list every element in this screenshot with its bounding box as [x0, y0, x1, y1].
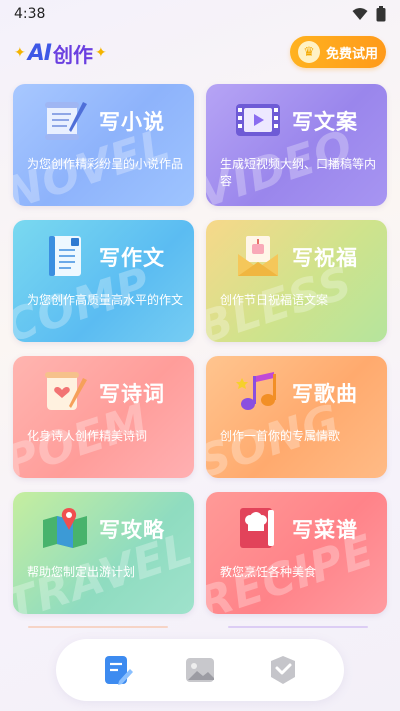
- card-desc: 生成短视频大纲、口播稿等内容: [220, 157, 377, 188]
- nav-image[interactable]: [180, 650, 220, 690]
- map-pin-icon: [43, 508, 87, 548]
- card-title: 写祝福: [292, 246, 358, 270]
- sparkle-icon: ✦: [14, 45, 26, 61]
- sparkle-icon: ✦: [94, 45, 107, 61]
- card-travel[interactable]: TRAVEL 写攻略 帮助您制定出游计划: [13, 492, 194, 614]
- document-grade-icon: [49, 236, 81, 276]
- status-bar: 4:38: [0, 0, 400, 28]
- battery-icon: [376, 6, 386, 22]
- card-song[interactable]: SONG 写歌曲 创作一首你的专属情歌: [206, 356, 387, 478]
- card-desc: 帮助您制定出游计划: [27, 565, 136, 579]
- film-play-icon: [236, 104, 280, 136]
- write-doc-icon: [105, 656, 134, 685]
- crown-icon: ♛: [297, 41, 320, 63]
- card-title: 写歌曲: [292, 382, 358, 406]
- poem-scroll-icon: [45, 372, 87, 410]
- card-desc: 创作一首你的专属情歌: [220, 429, 341, 443]
- card-title: 写文案: [292, 110, 358, 134]
- card-recipe[interactable]: RECIPE 写菜谱 教您烹饪各种美食: [206, 492, 387, 614]
- card-desc: 为您创作精彩纷呈的小说作品: [27, 157, 184, 171]
- nav-box[interactable]: [263, 650, 303, 690]
- card-title: 写菜谱: [292, 518, 358, 542]
- chef-book-icon: [240, 508, 274, 548]
- card-title: 写作文: [99, 246, 165, 270]
- nav-write[interactable]: [97, 650, 137, 690]
- next-row-hint-left: [28, 626, 168, 628]
- status-icons: [352, 6, 386, 22]
- app-logo: ✦ AI 创作 ✦: [14, 36, 107, 70]
- card-desc: 创作节日祝福语文案: [220, 293, 329, 307]
- card-desc: 教您烹饪各种美食: [220, 565, 317, 579]
- card-desc: 化身诗人创作精美诗词: [27, 429, 148, 443]
- box-icon: [270, 656, 295, 684]
- card-composition[interactable]: COMP 写作文 为您创作高质量高水平的作文: [13, 220, 194, 342]
- wifi-icon: [352, 8, 368, 20]
- greeting-card-icon: [238, 236, 278, 276]
- card-novel[interactable]: NOVEL 写小说 为您创作精彩纷呈的小说作品: [13, 84, 194, 206]
- logo-text: 创作: [52, 42, 93, 67]
- card-desc: 为您创作高质量高水平的作文: [27, 293, 184, 307]
- image-icon: [185, 658, 214, 682]
- scroll-quill-icon: [45, 102, 87, 140]
- free-trial-label: 免费试用: [325, 46, 378, 62]
- free-trial-button[interactable]: ♛ 免费试用: [290, 36, 386, 68]
- card-title: 写诗词: [99, 382, 165, 406]
- card-blessing[interactable]: BLESS 写祝福 创作节日祝福语文案: [206, 220, 387, 342]
- next-row-hint-right: [228, 626, 368, 628]
- status-time: 4:38: [14, 6, 46, 22]
- app-header: ✦ AI 创作 ✦ ♛ 免费试用: [0, 34, 400, 74]
- card-title: 写攻略: [99, 518, 165, 542]
- music-notes-icon: [236, 372, 276, 410]
- bottom-nav: [56, 639, 344, 701]
- card-poetry[interactable]: POEM 写诗词 化身诗人创作精美诗词: [13, 356, 194, 478]
- logo-ai: AI: [27, 40, 52, 66]
- card-title: 写小说: [99, 110, 165, 134]
- card-copywriting[interactable]: VIDEO 写文案 生成短视频大纲、口播稿等内容: [206, 84, 387, 206]
